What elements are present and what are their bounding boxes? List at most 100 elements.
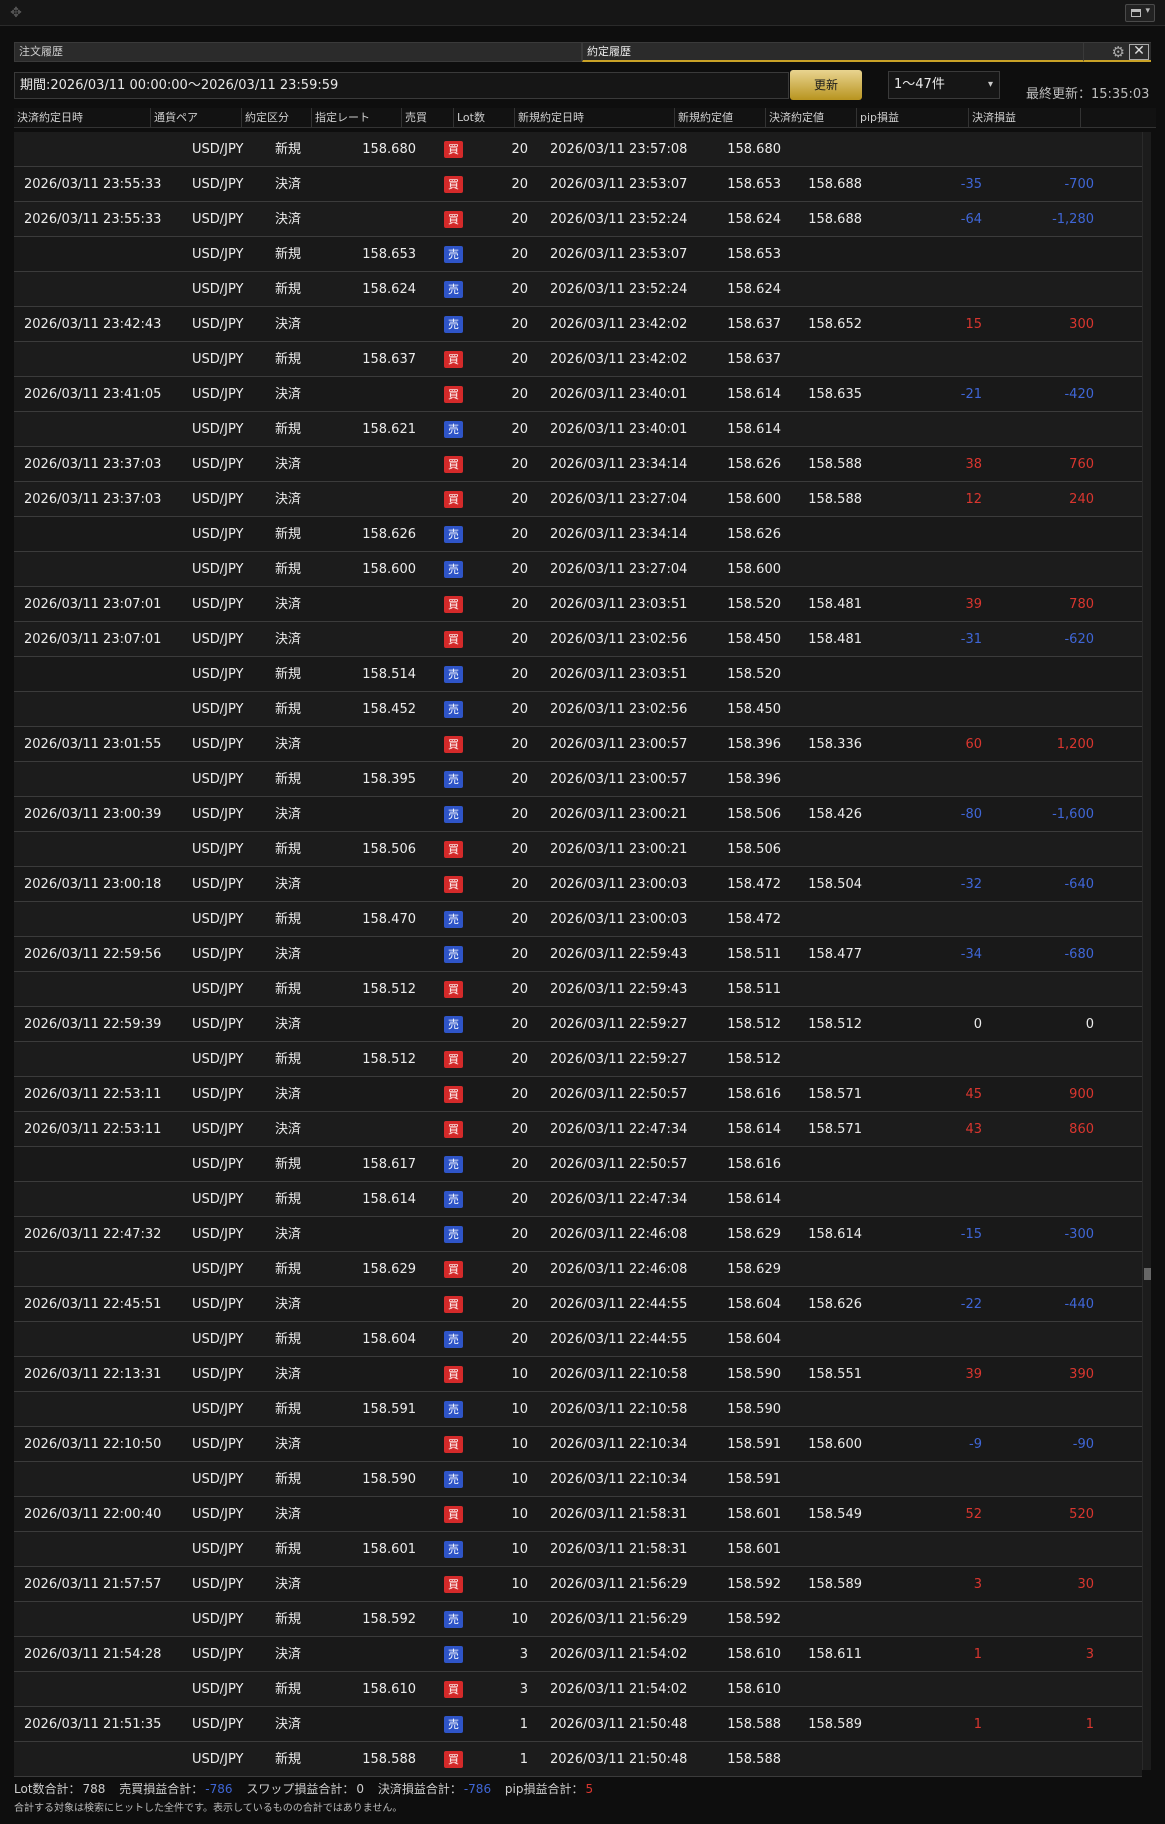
table-row[interactable]: USD/JPY 新規 158.604 売 20 2026/03/11 22:44:55 15… [14, 1322, 1142, 1357]
table-row[interactable]: 2026/03/11 23:42:43 USD/JPY 決済 売 20 2026/03/1… [14, 307, 1142, 342]
table-row[interactable]: 2026/03/11 23:07:01 USD/JPY 決済 買 20 2026/03/1… [14, 622, 1142, 657]
col-close-rate[interactable]: 決済約定値 [766, 108, 857, 127]
pl-cell: -90 [1072, 1437, 1094, 1452]
tab-order-history[interactable]: 注文履歴 [14, 42, 582, 62]
table-row[interactable]: USD/JPY 新規 158.610 買 3 2026/03/11 21:54:02 158… [14, 1672, 1142, 1707]
pl-cell: 860 [1069, 1122, 1094, 1137]
table-row[interactable]: 2026/03/11 22:53:11 USD/JPY 決済 買 20 2026/03/1… [14, 1112, 1142, 1147]
table-row[interactable]: USD/JPY 新規 158.512 買 20 2026/03/11 22:59:27 15… [14, 1042, 1142, 1077]
rate-cell: 158.637 [362, 352, 416, 367]
col-lot[interactable]: Lot数 [454, 108, 515, 127]
pair-cell: USD/JPY [192, 212, 244, 227]
col-type[interactable]: 約定区分 [242, 108, 312, 127]
table-row[interactable]: USD/JPY 新規 158.395 売 20 2026/03/11 23:00:57 15… [14, 762, 1142, 797]
open-date-cell: 2026/03/11 23:53:07 [550, 247, 688, 262]
table-row[interactable]: USD/JPY 新規 158.588 買 1 2026/03/11 21:50:48 158… [14, 1742, 1142, 1777]
col-rate[interactable]: 指定レート [312, 108, 402, 127]
table-row[interactable]: 2026/03/11 22:53:11 USD/JPY 決済 買 20 2026/03/1… [14, 1077, 1142, 1112]
table-row[interactable]: 2026/03/11 23:37:03 USD/JPY 決済 買 20 2026/03/1… [14, 447, 1142, 482]
table-row[interactable]: USD/JPY 新規 158.591 売 10 2026/03/11 22:10:58 15… [14, 1392, 1142, 1427]
col-settle-date[interactable]: 決済約定日時 [14, 108, 151, 127]
table-row[interactable]: USD/JPY 新規 158.452 売 20 2026/03/11 23:02:56 15… [14, 692, 1142, 727]
col-pair[interactable]: 通貨ペア [151, 108, 242, 127]
table-row[interactable]: 2026/03/11 23:55:33 USD/JPY 決済 買 20 2026/03/1… [14, 167, 1142, 202]
col-open-rate[interactable]: 新規約定値 [675, 108, 766, 127]
table-row[interactable]: 2026/03/11 22:59:56 USD/JPY 決済 売 20 2026/03/1… [14, 937, 1142, 972]
table-row[interactable]: USD/JPY 新規 158.592 売 10 2026/03/11 21:56:29 15… [14, 1602, 1142, 1637]
table-row[interactable]: 2026/03/11 21:57:57 USD/JPY 決済 買 10 2026/03/1… [14, 1567, 1142, 1602]
window-menu-button[interactable]: ▾ [1125, 4, 1155, 22]
table-row[interactable]: 2026/03/11 23:37:03 USD/JPY 決済 買 20 2026/03/1… [14, 482, 1142, 517]
close-rate-cell: 158.481 [808, 632, 862, 647]
move-icon[interactable]: ✥ [8, 5, 24, 21]
table-row[interactable]: USD/JPY 新規 158.470 売 20 2026/03/11 23:00:03 15… [14, 902, 1142, 937]
table-row[interactable]: USD/JPY 新規 158.614 売 20 2026/03/11 22:47:34 15… [14, 1182, 1142, 1217]
table-row[interactable]: 2026/03/11 23:00:39 USD/JPY 決済 売 20 2026/03/1… [14, 797, 1142, 832]
table-row[interactable]: USD/JPY 新規 158.629 買 20 2026/03/11 22:46:08 15… [14, 1252, 1142, 1287]
table-row[interactable]: 2026/03/11 23:41:05 USD/JPY 決済 買 20 2026/03/1… [14, 377, 1142, 412]
table-row[interactable]: USD/JPY 新規 158.653 売 20 2026/03/11 23:53:07 15… [14, 237, 1142, 272]
table-row[interactable]: 2026/03/11 22:45:51 USD/JPY 決済 買 20 2026/03/1… [14, 1287, 1142, 1322]
table-row[interactable]: 2026/03/11 23:00:18 USD/JPY 決済 買 20 2026/03/1… [14, 867, 1142, 902]
table-row[interactable]: USD/JPY 新規 158.600 売 20 2026/03/11 23:27:04 15… [14, 552, 1142, 587]
side-badge: 買 [444, 1366, 463, 1383]
close-icon[interactable]: ✕ [1129, 44, 1149, 60]
table-row[interactable]: 2026/03/11 23:55:33 USD/JPY 決済 買 20 2026/03/1… [14, 202, 1142, 237]
table-row[interactable]: USD/JPY 新規 158.626 売 20 2026/03/11 23:34:14 15… [14, 517, 1142, 552]
table-row[interactable]: USD/JPY 新規 158.506 買 20 2026/03/11 23:00:21 15… [14, 832, 1142, 867]
table-row[interactable]: 2026/03/11 22:00:40 USD/JPY 決済 買 10 2026/03/1… [14, 1497, 1142, 1532]
side-badge: 買 [444, 211, 463, 228]
chevron-down-icon: ▾ [1145, 6, 1150, 16]
close-rate-cell: 158.626 [808, 1297, 862, 1312]
settle-date-cell: 2026/03/11 23:07:01 [24, 597, 162, 612]
table-row[interactable]: USD/JPY 新規 158.601 売 10 2026/03/11 21:58:31 15… [14, 1532, 1142, 1567]
type-cell: 決済 [275, 1227, 302, 1242]
table-row[interactable]: USD/JPY 新規 158.621 売 20 2026/03/11 23:40:01 15… [14, 412, 1142, 447]
pip-cell: 43 [965, 1122, 982, 1137]
open-rate-cell: 158.512 [727, 1017, 781, 1032]
table-row[interactable]: 2026/03/11 23:07:01 USD/JPY 決済 買 20 2026/03/1… [14, 587, 1142, 622]
table-row[interactable]: 2026/03/11 22:59:39 USD/JPY 決済 売 20 2026/03/1… [14, 1007, 1142, 1042]
settle-pl-label: 決済損益合計： [377, 1782, 462, 1796]
scrollbar[interactable] [1142, 132, 1151, 1770]
col-open-date[interactable]: 新規約定日時 [515, 108, 675, 127]
table-row[interactable]: USD/JPY 新規 158.637 買 20 2026/03/11 23:42:02 15… [14, 342, 1142, 377]
gear-icon[interactable]: ⚙ [1112, 43, 1125, 61]
pair-cell: USD/JPY [192, 1402, 244, 1417]
lot-cell: 20 [511, 142, 528, 157]
close-rate-cell: 158.589 [808, 1717, 862, 1732]
table-row[interactable]: 2026/03/11 22:13:31 USD/JPY 決済 買 10 2026/03/1… [14, 1357, 1142, 1392]
scroll-thumb[interactable] [1144, 1268, 1151, 1280]
table-row[interactable]: USD/JPY 新規 158.617 売 20 2026/03/11 22:50:57 15… [14, 1147, 1142, 1182]
table-row[interactable]: 2026/03/11 21:51:35 USD/JPY 決済 売 1 2026/03/11… [14, 1707, 1142, 1742]
open-date-cell: 2026/03/11 23:00:57 [550, 772, 688, 787]
pip-cell: -9 [969, 1437, 982, 1452]
table-row[interactable]: 2026/03/11 23:01:55 USD/JPY 決済 買 20 2026/03/1… [14, 727, 1142, 762]
period-field[interactable]: 期間:2026/03/11 00:00:00～2026/03/11 23:59:… [14, 72, 789, 99]
table-row[interactable]: 2026/03/11 22:10:50 USD/JPY 決済 買 10 2026/03/1… [14, 1427, 1142, 1462]
col-side[interactable]: 売買 [402, 108, 454, 127]
pip-cell: 38 [965, 457, 982, 472]
settle-date-cell: 2026/03/11 23:00:18 [24, 877, 162, 892]
table-row[interactable]: USD/JPY 新規 158.624 売 20 2026/03/11 23:52:24 15… [14, 272, 1142, 307]
tab-execution-history[interactable]: 約定履歴 [582, 42, 1084, 62]
table-row[interactable]: USD/JPY 新規 158.590 売 10 2026/03/11 22:10:34 15… [14, 1462, 1142, 1497]
col-pip[interactable]: pip損益 [857, 108, 969, 127]
table-row[interactable]: USD/JPY 新規 158.512 買 20 2026/03/11 22:59:43 15… [14, 972, 1142, 1007]
side-badge: 買 [444, 631, 463, 648]
range-select[interactable]: 1～47件 ▾ [888, 71, 1000, 99]
table-row[interactable]: USD/JPY 新規 158.514 売 20 2026/03/11 23:03:51 15… [14, 657, 1142, 692]
table-row[interactable]: 2026/03/11 22:47:32 USD/JPY 決済 売 20 2026/03/1… [14, 1217, 1142, 1252]
side-badge: 買 [444, 596, 463, 613]
close-rate-cell: 158.614 [808, 1227, 862, 1242]
lot-cell: 20 [511, 1052, 528, 1067]
refresh-button[interactable]: 更新 [790, 70, 862, 100]
settle-date-cell: 2026/03/11 22:47:32 [24, 1227, 162, 1242]
side-badge: 売 [444, 1646, 463, 1663]
pip-cell: 0 [973, 1017, 982, 1032]
table-row[interactable]: 2026/03/11 21:54:28 USD/JPY 決済 売 3 2026/03/11… [14, 1637, 1142, 1672]
col-pl[interactable]: 決済損益 [969, 108, 1081, 127]
tab-bar: 注文履歴 約定履歴 ⚙ ✕ [14, 42, 1151, 62]
table-row[interactable]: USD/JPY 新規 158.680 買 20 2026/03/11 23:57:08 15… [14, 132, 1142, 167]
window-icon [1131, 9, 1141, 17]
